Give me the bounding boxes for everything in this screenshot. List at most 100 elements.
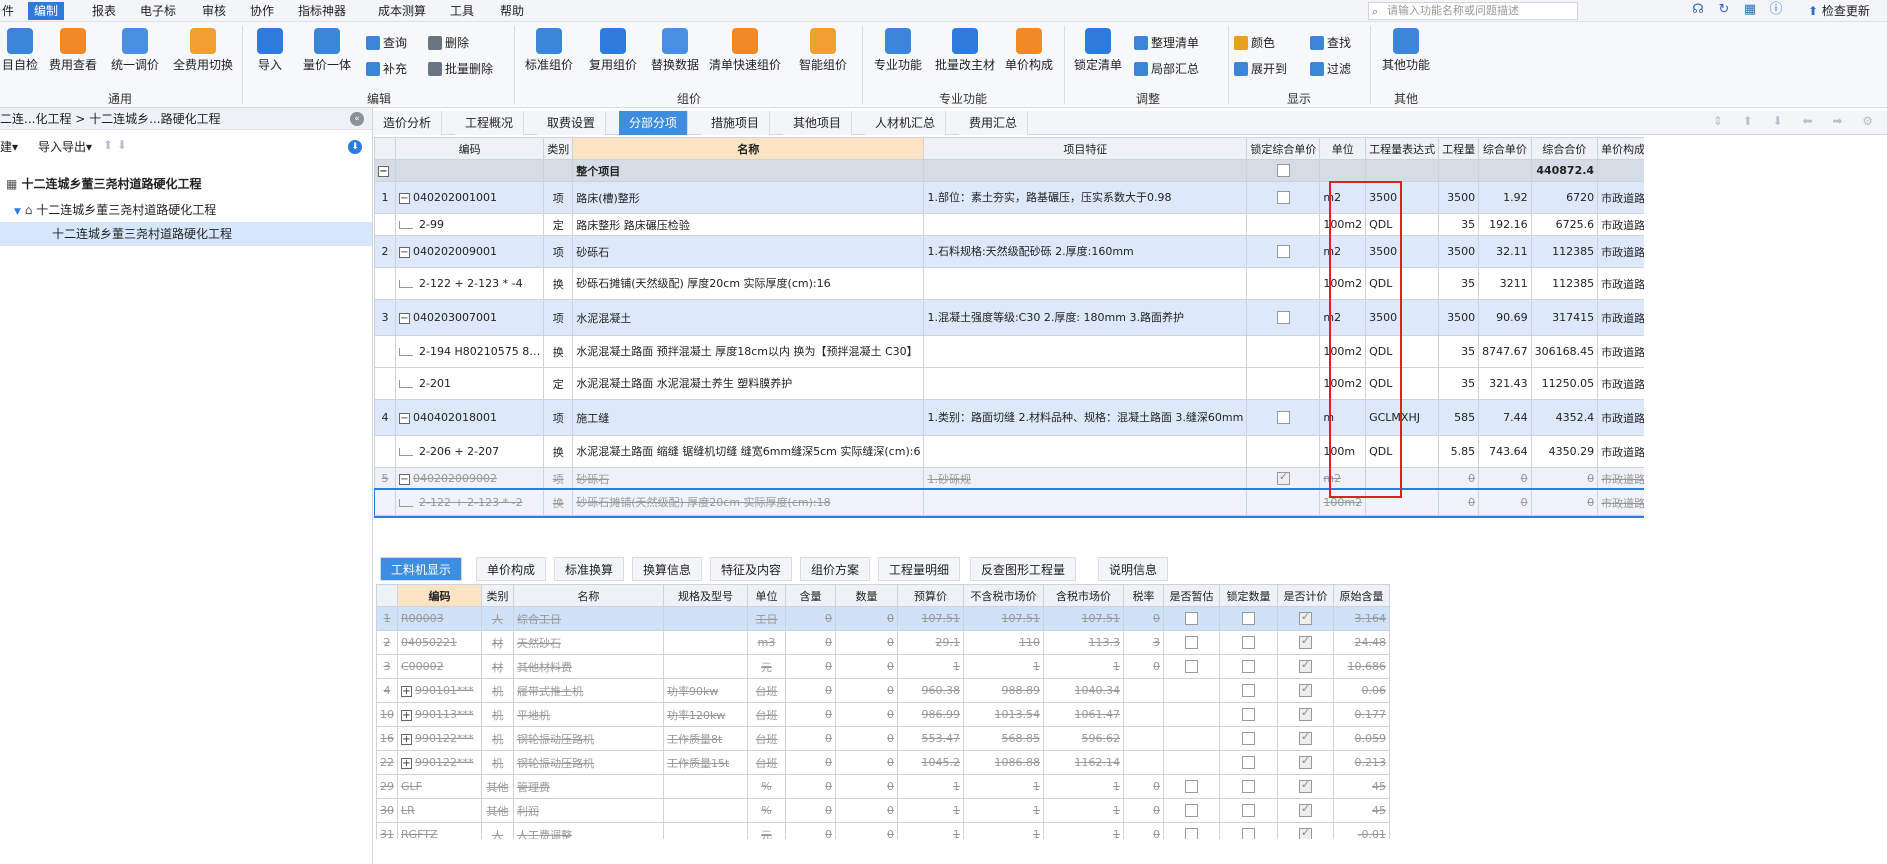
menu-collab[interactable]: 协作 — [244, 2, 280, 20]
cell-price[interactable]: 743.64 — [1478, 435, 1532, 468]
cell-unit[interactable]: % — [747, 798, 786, 823]
cell-name[interactable]: 钢轮振动压路机 — [513, 726, 664, 751]
tab-unit-comp[interactable]: 单价构成 — [476, 557, 547, 581]
checkbox[interactable] — [1299, 802, 1312, 818]
cell-code[interactable]: 2-99 — [394, 213, 545, 236]
cell-priced[interactable] — [1277, 654, 1334, 679]
col-header-type[interactable]: 类别 — [543, 137, 574, 160]
cell-type[interactable]: 机 — [481, 750, 514, 775]
lock-list-button[interactable]: 锁定清单 — [1070, 22, 1126, 72]
cell-file[interactable]: 市政道路工程 — [1597, 489, 1644, 516]
cell-feature[interactable] — [923, 267, 1248, 300]
tree-item-root[interactable]: ▦ 十二连城乡董三尧村道路硬化工程 — [0, 172, 372, 196]
cell-lock-qty[interactable] — [1219, 702, 1278, 727]
sort-list-button[interactable]: 整理清单 — [1134, 34, 1199, 52]
cell-content[interactable]: 0 — [785, 678, 836, 703]
cell-content[interactable]: 0 — [785, 822, 836, 839]
cell-lock[interactable] — [1246, 435, 1321, 468]
col-header-price[interactable]: 综合单价 — [1478, 137, 1532, 160]
cell-qty[interactable]: 35 — [1438, 213, 1480, 236]
cell-name[interactable]: 其他材料费 — [513, 654, 664, 679]
col-header-unit[interactable]: 单位 — [747, 584, 786, 607]
cell-code[interactable]: 2-194 H80210575 8… — [394, 335, 545, 368]
cell-type[interactable]: 项 — [543, 299, 574, 336]
cell-spec[interactable] — [663, 606, 748, 631]
cell-type[interactable]: 换 — [543, 335, 574, 368]
cell-priced[interactable] — [1277, 798, 1334, 823]
col-header-code[interactable]: 编码 — [397, 584, 482, 607]
cell-file[interactable]: 市政道路工程 — [1597, 435, 1644, 468]
lock-checkbox[interactable] — [1246, 235, 1321, 268]
cell-code[interactable]: RGFTZ — [397, 822, 482, 839]
col-header-name[interactable]: 名称 — [572, 137, 925, 160]
cell-spec[interactable] — [663, 654, 748, 679]
table-row[interactable]: 2 04050221 材天然砂石 m3 0 0 29.1 110 113.3 3 24.48 — [376, 630, 1390, 655]
cell-code[interactable]: +990122*** — [397, 726, 482, 751]
cell-content[interactable]: 0 — [785, 750, 836, 775]
cell-qty[interactable]: 0 — [835, 702, 898, 727]
cell-qty[interactable]: 0 — [835, 606, 898, 631]
checkbox[interactable] — [1242, 804, 1255, 818]
tab-reverse-qty[interactable]: 反查图形工程量 — [970, 557, 1077, 581]
cell-budget[interactable]: 1 — [897, 654, 964, 679]
table-row[interactable]: 2-206 + 2-207 换 水泥混凝土路面 缩缝 锯缝机切缝 缝宽6mm缝深… — [374, 435, 1644, 468]
down-circle-icon[interactable]: ⬇ — [348, 140, 362, 154]
col-header-qty[interactable]: 数量 — [835, 584, 898, 607]
tab-price-plan[interactable]: 组价方案 — [800, 557, 871, 581]
cell-budget[interactable]: 960.38 — [897, 678, 964, 703]
check-update-button[interactable]: ⬆ 检查更新 — [1808, 2, 1870, 20]
cell-code[interactable]: 04050221 — [397, 630, 482, 655]
cell-rate[interactable]: 0 — [1123, 654, 1164, 679]
cell-qty[interactable]: 0 — [835, 630, 898, 655]
cell-mkt-tax[interactable]: 107.51 — [1043, 606, 1124, 631]
tab-fee-settings[interactable]: 取费设置 — [537, 111, 607, 135]
cell-total[interactable]: 317415 — [1530, 299, 1599, 336]
cell-type[interactable]: 项 — [543, 235, 574, 268]
cell-price[interactable]: 192.16 — [1478, 213, 1532, 236]
col-header-mkt[interactable]: 不含税市场价 — [963, 584, 1044, 607]
checkbox[interactable] — [1242, 780, 1255, 794]
cell-unit[interactable]: % — [747, 774, 786, 799]
cell-lock-qty[interactable] — [1219, 630, 1278, 655]
cell-lock-qty[interactable] — [1219, 678, 1278, 703]
cell-rate[interactable] — [1123, 750, 1164, 775]
col-header-spec[interactable]: 规格及型号 — [663, 584, 748, 607]
cell-qty[interactable]: 585 — [1438, 399, 1480, 436]
search-input[interactable]: ⌕ 请输入功能名称或问题描述 — [1368, 2, 1578, 20]
table-row[interactable]: 2-122 + 2-123 * -4 换 砂砾石摊铺(天然级配) 厚度20cm … — [374, 267, 1644, 300]
tab-fee-summary[interactable]: 费用汇总 — [959, 111, 1029, 135]
table-row[interactable]: 2-99 定 路床整形 路床碾压检验 100m2 QDL 35 192.16 6… — [374, 213, 1644, 236]
cell-budget[interactable]: 29.1 — [897, 630, 964, 655]
cell-mkt[interactable]: 107.51 — [963, 606, 1044, 631]
cell-qty[interactable]: 0 — [835, 750, 898, 775]
cell-code[interactable]: R00003 — [397, 606, 482, 631]
table-row-selected[interactable]: 2-122 + 2-123 * -2 换 砂砾石摊铺(天然级配) 厚度20cm … — [374, 487, 1644, 518]
cell-lock-qty[interactable] — [1219, 750, 1278, 775]
lock-checkbox[interactable] — [1246, 399, 1321, 436]
cell-name[interactable]: 综合工日 — [513, 606, 664, 631]
cell[interactable] — [543, 159, 574, 182]
cell-total[interactable]: 440872.4 — [1530, 159, 1599, 182]
cell-priced[interactable] — [1277, 726, 1334, 751]
cell-spec[interactable] — [663, 774, 748, 799]
other-func-button[interactable]: 其他功能 — [1376, 22, 1436, 72]
menu-cost[interactable]: 成本测算 — [372, 2, 432, 20]
reuse-price-button[interactable]: 复用组价 — [582, 22, 644, 72]
cell-price[interactable]: 321.43 — [1478, 367, 1532, 400]
tab-std-convert[interactable]: 标准换算 — [554, 557, 625, 581]
checkbox[interactable] — [1185, 612, 1198, 626]
minus-icon[interactable]: − — [399, 473, 410, 485]
col-header-expr[interactable]: 工程量表达式 — [1365, 137, 1440, 160]
cell-feature[interactable] — [923, 435, 1248, 468]
minus-icon[interactable]: − — [399, 412, 410, 424]
cell-budget[interactable]: 553.47 — [897, 726, 964, 751]
tab-notes[interactable]: 说明信息 — [1098, 557, 1169, 581]
cell-feature[interactable] — [923, 489, 1248, 516]
cell-name[interactable]: 砂砾石 — [572, 235, 925, 268]
cell-name[interactable]: 平地机 — [513, 702, 664, 727]
menu-review[interactable]: 审核 — [196, 2, 232, 20]
table-row[interactable]: 16 +990122*** 机钢轮振动压路机 工作质量8t 台班 0 0 553.47 568.… — [376, 726, 1390, 751]
col-header-priced[interactable]: 是否计价 — [1277, 584, 1334, 607]
tab-cost-analysis[interactable]: 造价分析 — [373, 111, 443, 135]
item-all-button[interactable]: 量价一体 — [296, 22, 358, 72]
